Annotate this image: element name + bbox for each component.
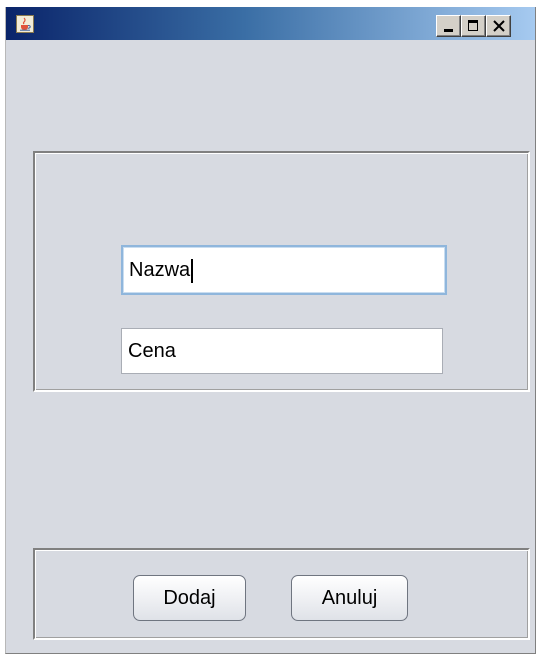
close-button[interactable]	[486, 15, 511, 37]
add-button[interactable]: Dodaj	[133, 575, 246, 621]
minimize-icon	[444, 29, 453, 32]
fields-panel: Nazwa Cena	[33, 151, 530, 392]
title-bar[interactable]	[6, 7, 535, 40]
name-field-value: Nazwa	[129, 259, 191, 281]
name-field[interactable]: Nazwa	[121, 245, 447, 295]
maximize-button[interactable]	[461, 15, 486, 37]
text-caret	[191, 258, 194, 283]
java-cup-icon[interactable]	[16, 15, 34, 33]
price-field-value: Cena	[128, 340, 176, 362]
maximize-icon	[468, 20, 478, 31]
close-icon	[493, 20, 505, 32]
app-window: Nazwa Cena Dodaj Anuluj	[5, 7, 536, 654]
cancel-button[interactable]: Anuluj	[291, 575, 408, 621]
price-field[interactable]: Cena	[121, 328, 443, 374]
buttons-panel: Dodaj Anuluj	[33, 548, 530, 640]
minimize-button[interactable]	[436, 15, 461, 37]
